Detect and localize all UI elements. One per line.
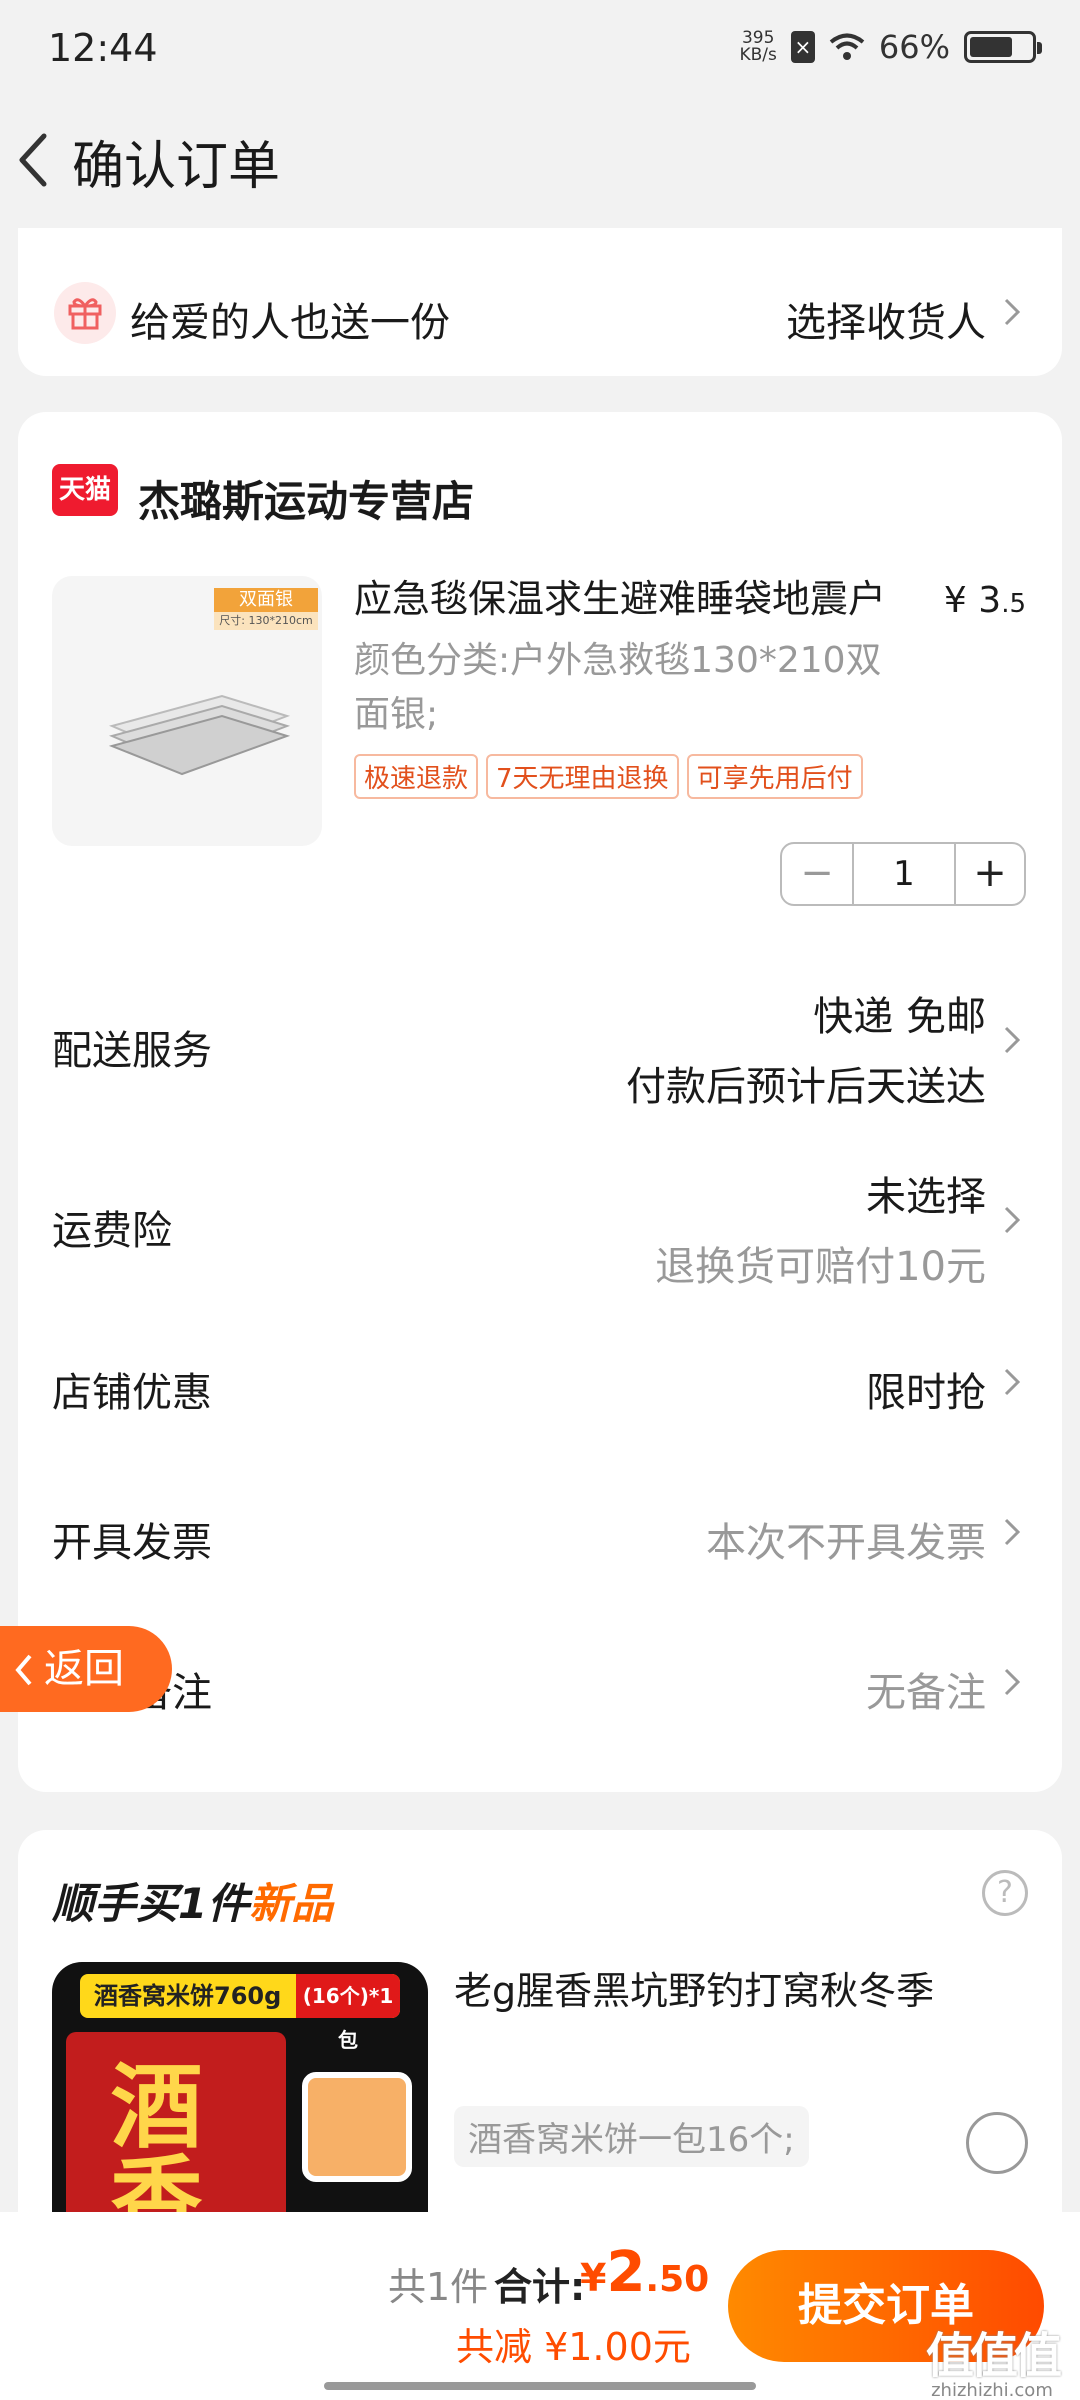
service-tags: 极速退款 7天无理由退换 可享先用后付 <box>354 754 863 799</box>
status-time: 12:44 <box>48 26 158 70</box>
product-sku[interactable]: 颜色分类:户外急救毯130*210双面银; <box>354 634 914 742</box>
tag-pay-later: 可享先用后付 <box>686 754 863 799</box>
addon-product-name[interactable]: 老g腥香黑坑野钓打窝秋冬季 <box>454 1958 954 2024</box>
item-count: 共1件 <box>388 2265 489 2309</box>
discount-text: 共减 ¥1.00元 <box>456 2325 691 2369</box>
battery-icon <box>964 31 1042 63</box>
tmall-logo: 天猫 <box>52 464 118 516</box>
product-badge: 双面银 尺寸: 130*210cm <box>214 588 318 630</box>
gift-icon <box>54 282 116 344</box>
addon-product-sku[interactable]: 酒香窝米饼一包16个; <box>454 2106 809 2167</box>
product-price: ¥ 3.5 <box>943 580 1026 621</box>
wifi-icon <box>829 33 865 60</box>
battery-percent: 66% <box>878 28 950 66</box>
insurance-value[interactable]: 未选择 <box>866 1164 986 1222</box>
page-title: 确认订单 <box>72 137 281 197</box>
status-bar: 12:44 395 KB/s × 66% <box>0 0 1080 100</box>
gift-card[interactable]: 给爱的人也送一份 选择收货人 <box>18 228 1062 376</box>
tag-7day-return: 7天无理由退换 <box>486 754 679 799</box>
total-label: 合计: <box>494 2265 586 2309</box>
bottom-bar: 共1件 合计: ¥2.50 共减 ¥1.00元 提交订单 值值值 zhizhiz… <box>0 2212 1080 2400</box>
addon-select-radio[interactable] <box>966 2112 1028 2174</box>
delivery-eta[interactable]: 付款后预计后天送达 <box>626 1054 986 1112</box>
chevron-left-icon <box>15 1654 32 1686</box>
delivery-label: 配送服务 <box>52 1028 212 1074</box>
tag-fast-refund: 极速退款 <box>354 754 479 799</box>
delivery-value[interactable]: 快递 免邮 <box>813 984 986 1042</box>
gift-text: 给爱的人也送一份 <box>130 300 450 346</box>
nav-bar: 确认订单 <box>0 110 1080 210</box>
total-price: ¥2.50 <box>580 2240 710 2305</box>
quantity-stepper: − 1 + <box>780 842 1026 906</box>
status-icons: 395 KB/s × 66% <box>739 28 1042 66</box>
shop-name[interactable]: 杰璐斯运动专营店 <box>138 468 474 529</box>
foil-blanket-image <box>108 694 291 776</box>
no-sim-icon: × <box>790 31 815 63</box>
chevron-right-icon <box>1004 1368 1021 1396</box>
watermark: 值值值 zhizhizhi.com <box>925 2328 1062 2400</box>
choose-recipient-link[interactable]: 选择收货人 <box>786 290 986 348</box>
back-arrow-icon[interactable] <box>14 130 54 190</box>
shop-discount-label: 店铺优惠 <box>52 1370 212 1416</box>
invoice-label: 开具发票 <box>52 1520 212 1566</box>
chevron-right-icon <box>1004 298 1021 326</box>
product-title[interactable]: 应急毯保温求生避难睡袋地震户 <box>354 572 914 626</box>
quantity-value[interactable]: 1 <box>852 844 954 904</box>
product-image[interactable]: 双面银 尺寸: 130*210cm <box>52 576 322 846</box>
decrease-button[interactable]: − <box>782 844 852 904</box>
chevron-right-icon <box>1004 1026 1021 1054</box>
shop-card: 天猫 杰璐斯运动专营店 双面银 尺寸: 130*210cm 应急毯保温求生避难睡… <box>18 412 1062 1792</box>
floating-back-button[interactable]: 返回 <box>0 1626 172 1712</box>
help-icon[interactable]: ? <box>982 1870 1028 1916</box>
floating-back-label: 返回 <box>44 1646 124 1692</box>
shop-discount-value[interactable]: 限时抢 <box>866 1360 986 1418</box>
insurance-desc[interactable]: 退换货可赔付10元 <box>655 1234 986 1292</box>
insurance-label: 运费险 <box>52 1208 172 1254</box>
home-indicator[interactable] <box>324 2382 756 2390</box>
net-speed: 395 KB/s <box>739 28 777 65</box>
order-note-value[interactable]: 无备注 <box>866 1660 986 1718</box>
increase-button[interactable]: + <box>954 844 1024 904</box>
addon-title: 顺手买1件新品 <box>52 1879 334 1928</box>
chevron-right-icon <box>1004 1206 1021 1234</box>
invoice-value[interactable]: 本次不开具发票 <box>706 1510 986 1568</box>
chevron-right-icon <box>1004 1668 1021 1696</box>
chevron-right-icon <box>1004 1518 1021 1546</box>
